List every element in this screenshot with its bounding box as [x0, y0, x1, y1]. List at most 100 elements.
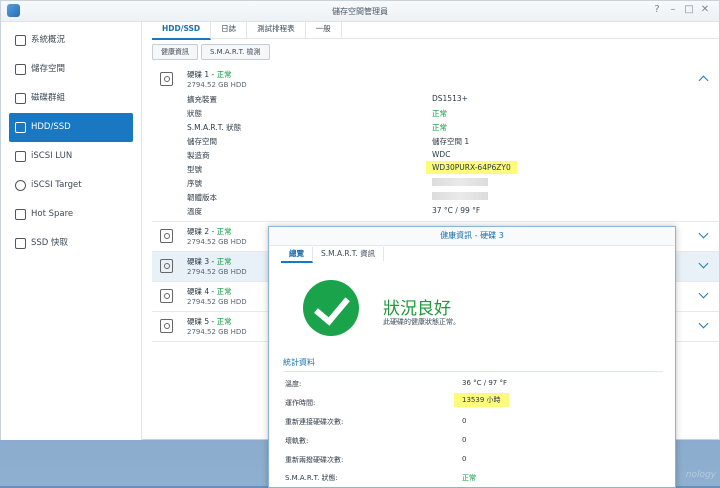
- target-icon: [15, 180, 26, 191]
- lun-icon: [15, 151, 26, 162]
- stat-value: 0: [462, 455, 467, 463]
- ssd-cache-icon: [15, 238, 26, 249]
- tab-bar: HDD/SSD 日誌 測試排程表 一般: [152, 22, 719, 40]
- hdd-icon: [160, 229, 173, 243]
- stat-label: 重新兩撥硬碟次數:: [285, 456, 344, 464]
- detail-value: 37 °C / 99 °F: [432, 206, 481, 215]
- health-status-description: 此硬碟的健康狀態正常。: [383, 318, 460, 326]
- hdd-icon: [160, 259, 173, 273]
- hdd-icon: [160, 319, 173, 333]
- sidebar-item-overview[interactable]: 系統概況: [1, 26, 141, 55]
- window-controls: ? – □ ✕: [649, 4, 713, 15]
- hdd-icon: [160, 289, 173, 303]
- tab-overview[interactable]: 總覽: [281, 247, 313, 263]
- sidebar-item-label: HDD/SSD: [31, 122, 71, 132]
- sidebar-item-disk-group[interactable]: 磁碟群組: [1, 84, 141, 113]
- hot-spare-icon: [15, 209, 26, 220]
- detail-label: 韌體版本: [187, 193, 217, 202]
- model-value-highlighted: WD30PURX-64P6ZY0: [426, 161, 517, 174]
- detail-value: WDC: [432, 150, 451, 159]
- disk-group-icon: [15, 93, 26, 104]
- disk-1-details: 擴充裝置 DS1513+ 狀態 正常 S.M.A.R.T. 狀態 正常 儲存空間…: [152, 94, 719, 222]
- disk-capacity: 2794.52 GB HDD: [187, 328, 247, 336]
- stat-value: 36 °C / 97 °F: [462, 379, 507, 387]
- sidebar-item-label: SSD 快取: [31, 238, 69, 248]
- stat-value: 正常: [462, 474, 476, 482]
- stat-value-highlighted: 13539 小時: [454, 393, 509, 407]
- chevron-down-icon[interactable]: [698, 258, 709, 269]
- checkmark-icon: [303, 280, 359, 336]
- stat-label: 運作時間:: [285, 399, 316, 407]
- stat-value: 0: [462, 436, 467, 444]
- hdd-icon: [160, 72, 173, 86]
- tab-smart-info[interactable]: S.M.A.R.T. 資訊: [313, 247, 385, 261]
- maximize-icon[interactable]: □: [681, 4, 697, 15]
- stat-value: 0: [462, 417, 467, 425]
- disk-capacity: 2794.52 GB HDD: [187, 81, 247, 89]
- desktop-logo: nology: [685, 470, 716, 480]
- disk-capacity: 2794.52 GB HDD: [187, 238, 247, 246]
- detail-value: 正常: [432, 109, 447, 118]
- smart-test-button[interactable]: S.M.A.R.T. 檢測: [201, 44, 270, 60]
- dialog-title: 健康資訊 - 硬碟 3: [269, 227, 675, 246]
- sidebar-item-label: 磁碟群組: [31, 93, 66, 103]
- chevron-down-icon[interactable]: [698, 228, 709, 239]
- disk-name: 硬碟 5 - 正常: [187, 317, 232, 326]
- sidebar: 系統概況 儲存空間 磁碟群組 HDD/SSD iSCSI LUN iSCSI T…: [1, 22, 142, 440]
- detail-label: 擴充裝置: [187, 95, 217, 104]
- detail-value: 正常: [432, 123, 447, 132]
- minimize-icon[interactable]: –: [665, 4, 681, 15]
- disk-name: 硬碟 4 - 正常: [187, 287, 232, 296]
- sidebar-item-label: Hot Spare: [31, 209, 74, 219]
- tab-general[interactable]: 一般: [306, 22, 342, 38]
- detail-label: 儲存空間: [187, 137, 217, 146]
- sidebar-item-label: 系統概況: [31, 35, 66, 45]
- close-icon[interactable]: ✕: [697, 4, 713, 15]
- stat-label: 重新連接硬碟次數:: [285, 418, 344, 426]
- chevron-down-icon[interactable]: [698, 288, 709, 299]
- detail-label: 狀態: [187, 109, 202, 118]
- sidebar-item-label: iSCSI LUN: [31, 151, 73, 161]
- health-info-dialog: 健康資訊 - 硬碟 3 總覽 S.M.A.R.T. 資訊 狀況良好 此硬碟的健康狀…: [268, 226, 676, 488]
- detail-value: 儲存空間 1: [432, 137, 470, 146]
- tab-hdd-ssd[interactable]: HDD/SSD: [152, 22, 212, 40]
- disk-name: 硬碟 3 - 正常: [187, 257, 232, 266]
- disk-capacity: 2794.52 GB HDD: [187, 298, 247, 306]
- sidebar-item-iscsi-lun[interactable]: iSCSI LUN: [1, 142, 141, 171]
- detail-label: S.M.A.R.T. 狀態: [187, 123, 242, 132]
- help-icon[interactable]: ?: [649, 4, 665, 15]
- statistics-section-title: 統計資料: [283, 357, 663, 372]
- toolbar: 健康資訊 S.M.A.R.T. 檢測: [152, 44, 273, 60]
- stat-label: 壞軌數:: [285, 437, 309, 445]
- disk-row-1[interactable]: 硬碟 1 - 正常 2794.52 GB HDD: [152, 65, 719, 94]
- sidebar-item-ssd-cache[interactable]: SSD 快取: [1, 229, 141, 258]
- tab-test-schedule[interactable]: 測試排程表: [247, 22, 306, 38]
- stat-label: S.M.A.R.T. 狀態:: [285, 474, 338, 482]
- detail-value: DS1513+: [432, 94, 468, 103]
- sidebar-item-iscsi-target[interactable]: iSCSI Target: [1, 171, 141, 200]
- window-title: 儲存空間管理員: [332, 7, 388, 16]
- health-status: 狀況良好: [383, 299, 451, 319]
- dialog-tab-bar: 總覽 S.M.A.R.T. 資訊: [281, 247, 385, 263]
- health-info-button[interactable]: 健康資訊: [152, 44, 198, 60]
- title-bar: 儲存空間管理員 ? – □ ✕: [1, 1, 719, 22]
- detail-label: 序號: [187, 179, 202, 188]
- firmware-value-redacted: [432, 192, 488, 202]
- sidebar-item-volume[interactable]: 儲存空間: [1, 55, 141, 84]
- serial-value-redacted: [432, 178, 488, 188]
- detail-label: 製造商: [187, 151, 210, 160]
- sidebar-item-hdd-ssd[interactable]: HDD/SSD: [9, 113, 133, 142]
- overview-icon: [15, 35, 26, 46]
- sidebar-item-label: 儲存空間: [31, 64, 66, 74]
- volume-icon: [15, 64, 26, 75]
- tab-log[interactable]: 日誌: [211, 22, 248, 38]
- stat-label: 溫度:: [285, 380, 302, 388]
- disk-capacity: 2794.52 GB HDD: [187, 268, 247, 276]
- detail-label: 溫度: [187, 207, 202, 216]
- detail-label: 型號: [187, 165, 202, 174]
- chevron-down-icon[interactable]: [698, 318, 709, 329]
- sidebar-item-hot-spare[interactable]: Hot Spare: [1, 200, 141, 229]
- disk-name: 硬碟 2 - 正常: [187, 227, 232, 236]
- hdd-icon: [15, 122, 26, 133]
- chevron-up-icon[interactable]: [698, 75, 709, 86]
